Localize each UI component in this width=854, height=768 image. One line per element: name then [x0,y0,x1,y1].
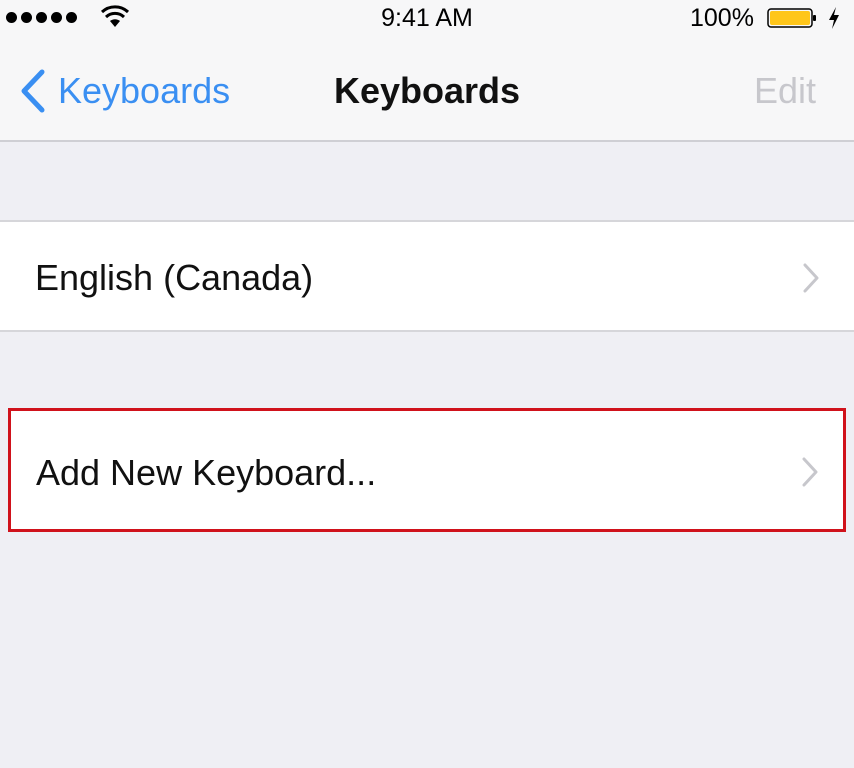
battery-icon [767,8,816,28]
edit-button[interactable]: Edit [754,70,816,112]
battery-percent: 100% [690,4,754,32]
keyboard-row-english-canada[interactable]: English (Canada) [0,220,854,332]
charging-bolt-icon [829,7,839,29]
row-label: Add New Keyboard... [36,452,377,493]
add-new-keyboard-row[interactable]: Add New Keyboard... [8,408,846,532]
row-label: English (Canada) [35,257,314,298]
chevron-right-icon [803,263,819,293]
page-title: Keyboards [333,70,521,111]
chevron-right-icon [802,457,818,487]
status-bar: 9:41 AM 100% [0,0,854,36]
navigation-bar: Keyboards Keyboards Edit [0,36,854,142]
